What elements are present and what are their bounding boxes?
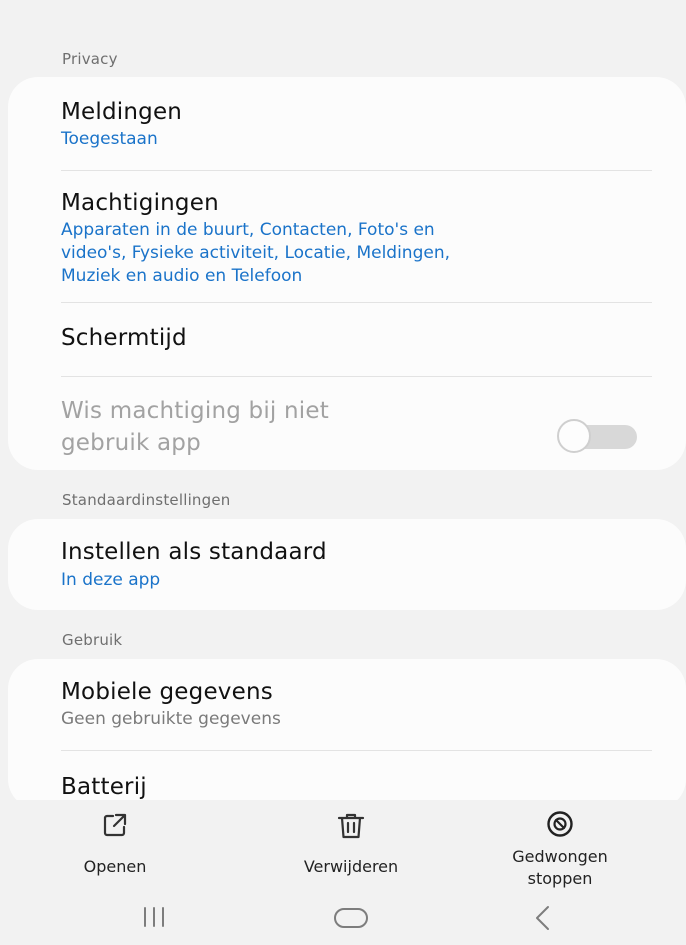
force-stop-label-line: Gedwongen [512,847,608,866]
usage-card: Mobiele gegevens Geen gebruikte gegevens… [8,659,686,809]
recents-button[interactable] [140,905,168,933]
mobile-data-title: Mobiele gegevens [61,679,273,705]
recents-icon [144,907,164,927]
permissions-title: Machtigingen [61,190,219,216]
defaults-card: Instellen als standaard In deze app [8,519,686,610]
bottom-action-bar: Openen Verwijderen Gedwongen stoppen [0,800,686,945]
force-stop-label-line: stoppen [527,869,593,888]
section-header-privacy: Privacy [62,50,118,68]
battery-title: Batterij [61,774,147,800]
remove-permissions-title-line: Wis machtiging bij niet [61,398,329,424]
section-header-defaults: Standaardinstellingen [62,491,231,509]
mobile-data-item[interactable]: Mobiele gegevens Geen gebruikte gegevens [8,659,686,750]
delete-button[interactable]: Verwijderen [278,812,424,878]
privacy-card: Meldingen Toegestaan Machtigingen Appara… [8,77,686,470]
section-header-usage: Gebruik [62,631,123,649]
open-label: Openen [83,857,147,876]
permissions-value-line: video's, Fysieke activiteit, Locatie, Me… [61,243,451,263]
permissions-value-line: Apparaten in de buurt, Contacten, Foto's… [61,220,435,240]
notifications-title: Meldingen [61,99,183,125]
set-default-title: Instellen als standaard [61,539,327,565]
open-button[interactable]: Openen [80,812,150,878]
remove-permissions-title-line: gebruik app [61,430,201,456]
set-default-item[interactable]: Instellen als standaard In deze app [8,519,686,610]
permissions-value-line: Muziek en audio en Telefoon [61,266,303,286]
notifications-item[interactable]: Meldingen Toegestaan [8,77,686,170]
mobile-data-value: Geen gebruikte gegevens [61,709,281,729]
remove-permissions-title: Wis machtiging bij niet gebruik app [61,395,329,459]
screentime-item[interactable]: Schermtijd [8,303,686,376]
back-icon [536,906,549,930]
remove-permissions-toggle[interactable] [557,419,637,453]
back-button[interactable] [532,904,552,936]
permissions-value: Apparaten in de buurt, Contacten, Foto's… [61,219,661,288]
force-stop-icon [547,811,573,837]
permissions-item[interactable]: Machtigingen Apparaten in de buurt, Cont… [8,171,686,302]
set-default-value: In deze app [61,570,161,590]
screentime-title: Schermtijd [61,325,187,351]
home-button[interactable] [333,906,369,934]
trash-icon [337,813,365,839]
open-external-icon [103,813,127,837]
home-icon [334,908,368,928]
force-stop-button[interactable]: Gedwongen stoppen [500,810,620,890]
remove-permissions-item: Wis machtiging bij niet gebruik app [8,377,686,470]
toggle-knob [557,419,591,453]
delete-label: Verwijderen [303,857,399,876]
notifications-value: Toegestaan [61,129,158,149]
